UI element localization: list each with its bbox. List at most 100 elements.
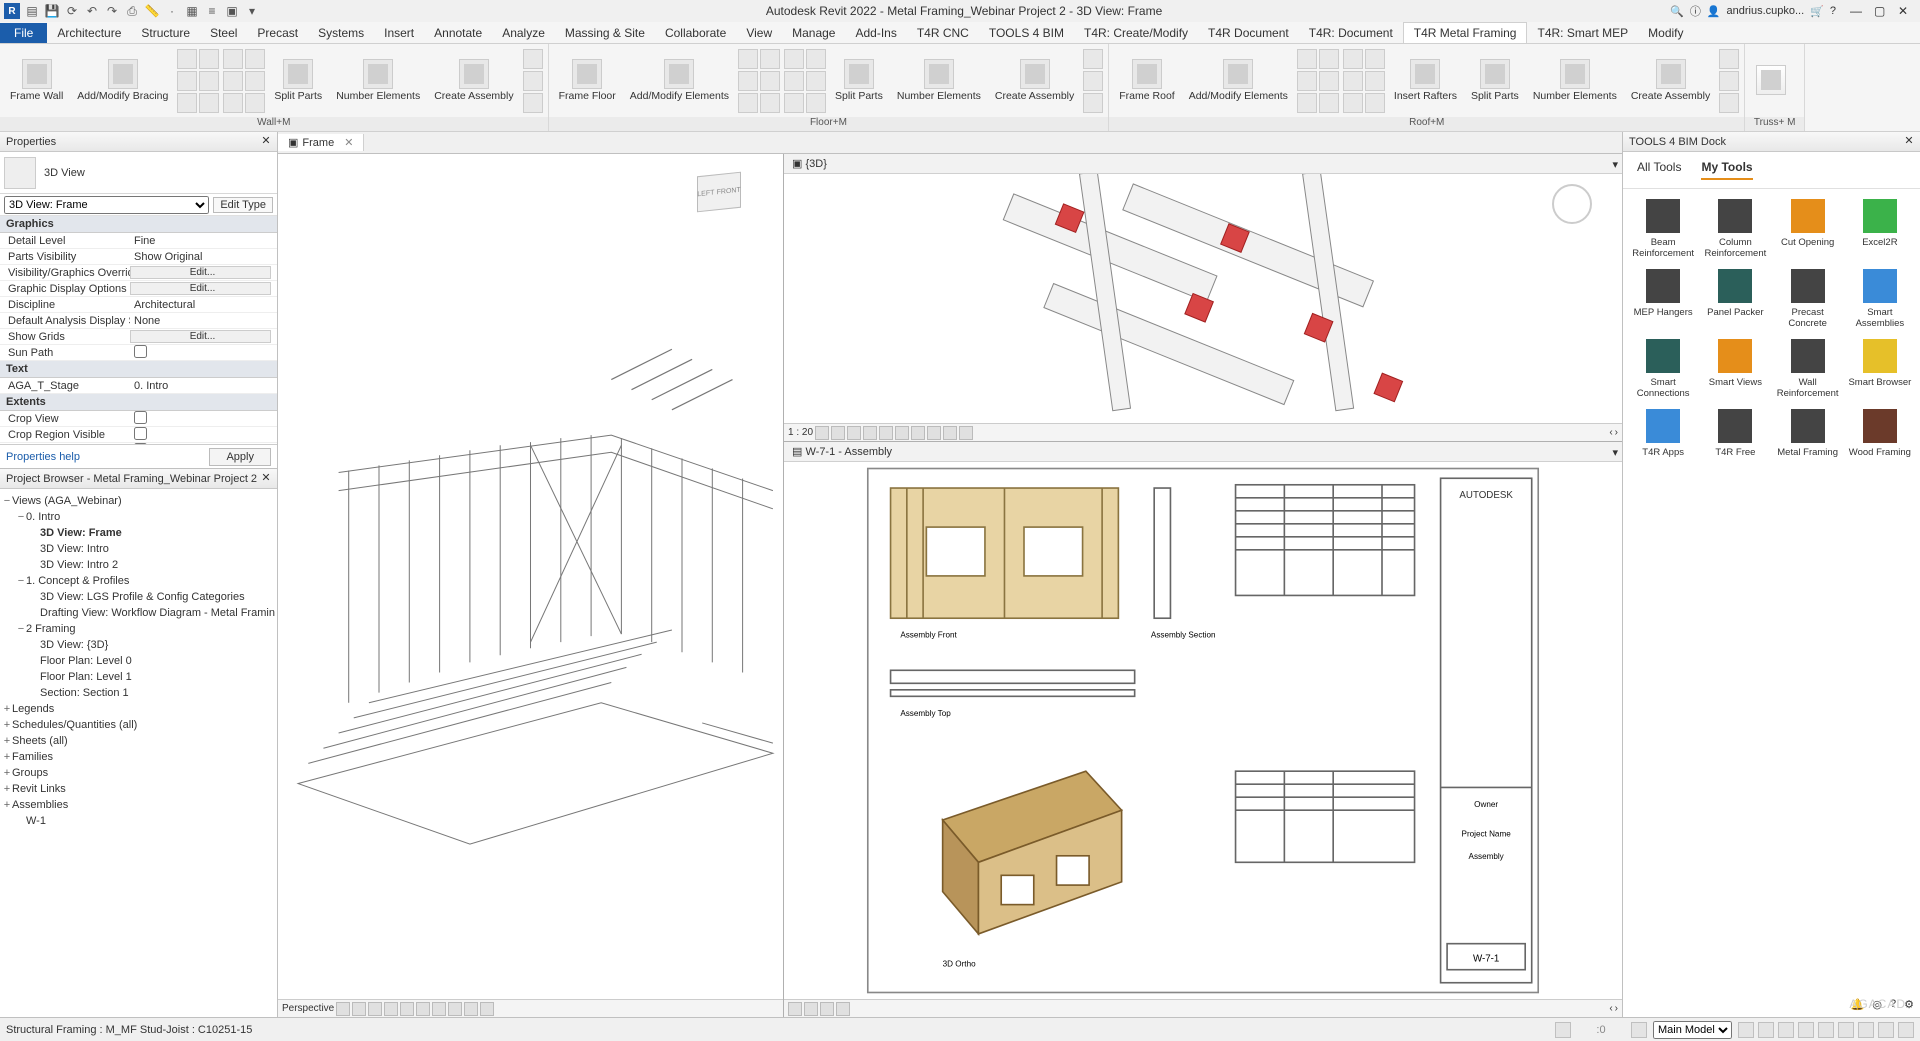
tree-node[interactable]: −1. Concept & Profiles (2, 573, 275, 589)
tool-column-reinforcement[interactable]: Column Reinforcement (1701, 199, 1769, 259)
properties-help-link[interactable]: Properties help (6, 451, 80, 463)
tab-insert[interactable]: Insert (374, 23, 424, 43)
insert-rafters-button[interactable]: Insert Rafters (1388, 57, 1463, 104)
wall-icon-b[interactable] (199, 49, 219, 69)
tab-modify[interactable]: Modify (1638, 23, 1693, 43)
roof-icon-h[interactable] (1365, 49, 1385, 69)
frame-roof-button[interactable]: Frame Roof (1113, 57, 1180, 104)
save-icon[interactable]: 💾 (44, 3, 60, 19)
vc-icon-1[interactable] (336, 1002, 350, 1016)
type-selector[interactable]: 3D View (0, 152, 277, 194)
user-name[interactable]: andrius.cupko... (1727, 5, 1805, 17)
dock-close-icon[interactable]: ✕ (1902, 134, 1916, 147)
tree-node[interactable]: +Schedules/Quantities (all) (2, 717, 275, 733)
number-elements-roof-button[interactable]: Number Elements (1527, 57, 1623, 104)
tree-node[interactable]: Floor Plan: Level 1 (2, 669, 275, 685)
st-icon-5[interactable] (1818, 1022, 1834, 1038)
split-parts-wall-button[interactable]: Split Parts (268, 57, 328, 104)
tab-add-ins[interactable]: Add-Ins (845, 23, 906, 43)
edit-type-button[interactable]: Edit Type (213, 197, 273, 213)
project-tree[interactable]: −Views (AGA_Webinar)−0. Intro3D View: Fr… (0, 489, 277, 833)
floor-icon-m[interactable] (1083, 49, 1103, 69)
tree-node[interactable]: 3D View: Intro (2, 541, 275, 557)
tool-smart-assemblies[interactable]: Smart Assemblies (1846, 269, 1914, 329)
floor-icon-g[interactable] (784, 49, 804, 69)
st-icon-3[interactable] (1778, 1022, 1794, 1038)
browser-close-icon[interactable]: ✕ (259, 471, 273, 484)
wall-icon-o[interactable] (523, 93, 543, 113)
as-icon-4[interactable] (836, 1002, 850, 1016)
wall-icon-d[interactable] (199, 71, 219, 91)
tab-view[interactable]: View (736, 23, 782, 43)
apply-button[interactable]: Apply (209, 448, 271, 466)
tab-structure[interactable]: Structure (131, 23, 200, 43)
tree-node[interactable]: +Groups (2, 765, 275, 781)
selection-count-icon[interactable] (1555, 1022, 1571, 1038)
v3-icon-2[interactable] (831, 426, 845, 440)
close-views-icon[interactable]: ▣ (224, 3, 240, 19)
tool-panel-packer[interactable]: Panel Packer (1701, 269, 1769, 329)
wall-icon-e[interactable] (177, 93, 197, 113)
prop-row[interactable]: Visibility/Graphics OverridesEdit... (0, 265, 277, 281)
as-icon-2[interactable] (804, 1002, 818, 1016)
v3d-dropdown-icon[interactable]: ▾ (1612, 158, 1618, 171)
as-scroll-left-icon[interactable]: ‹ (1609, 1003, 1612, 1014)
tab-architecture[interactable]: Architecture (47, 23, 131, 43)
assembly-canvas[interactable]: AUTODESK Owner Project Name Assembly W-7… (784, 462, 1622, 999)
help-icon[interactable]: ? (1830, 5, 1836, 17)
number-elements-floor-button[interactable]: Number Elements (891, 57, 987, 104)
prop-row[interactable]: Crop Region Visible (0, 427, 277, 443)
tab-t4r-cnc[interactable]: T4R CNC (907, 23, 979, 43)
tree-node[interactable]: 3D View: Intro 2 (2, 557, 275, 573)
tree-node[interactable]: −Views (AGA_Webinar) (2, 493, 275, 509)
wall-icon-m[interactable] (523, 49, 543, 69)
filter-icon[interactable] (1631, 1022, 1647, 1038)
tool-smart-views[interactable]: Smart Views (1701, 339, 1769, 399)
v3-icon-9[interactable] (943, 426, 957, 440)
tool-wood-framing[interactable]: Wood Framing (1846, 409, 1914, 458)
st-icon-2[interactable] (1758, 1022, 1774, 1038)
tree-node[interactable]: 3D View: LGS Profile & Config Categories (2, 589, 275, 605)
scroll-left-icon[interactable]: ‹ (1609, 427, 1612, 438)
user-icon[interactable]: 👤 (1707, 5, 1721, 18)
tool-smart-browser[interactable]: Smart Browser (1846, 339, 1914, 399)
view-cube[interactable]: LEFT FRONT (691, 164, 753, 226)
vc-icon-9[interactable] (464, 1002, 478, 1016)
roof-icon-f[interactable] (1319, 93, 1339, 113)
truss-button[interactable] (1749, 63, 1793, 99)
floor-icon-f[interactable] (760, 93, 780, 113)
thin-lines-icon[interactable]: ≡ (204, 3, 220, 19)
vc-icon-4[interactable] (384, 1002, 398, 1016)
tree-node[interactable]: Drafting View: Workflow Diagram - Metal … (2, 605, 275, 621)
v3d-canvas[interactable] (784, 174, 1622, 423)
redo-icon[interactable]: ↷ (104, 3, 120, 19)
tab-massing-site[interactable]: Massing & Site (555, 23, 655, 43)
split-parts-floor-button[interactable]: Split Parts (829, 57, 889, 104)
add-modify-elements-floor-button[interactable]: Add/Modify Elements (624, 57, 735, 104)
measure-icon[interactable]: 📏 (144, 3, 160, 19)
tab-manage[interactable]: Manage (782, 23, 845, 43)
prop-row[interactable]: DisciplineArchitectural (0, 297, 277, 313)
switch-windows-icon[interactable]: ▾ (244, 3, 260, 19)
roof-icon-e[interactable] (1297, 93, 1317, 113)
v3-icon-8[interactable] (927, 426, 941, 440)
add-modify-elements-roof-button[interactable]: Add/Modify Elements (1183, 57, 1294, 104)
floor-icon-o[interactable] (1083, 93, 1103, 113)
tree-node[interactable]: +Sheets (all) (2, 733, 275, 749)
roof-icon-b[interactable] (1319, 49, 1339, 69)
cart-icon[interactable]: 🛒 (1810, 5, 1824, 18)
roof-icon-d[interactable] (1319, 71, 1339, 91)
roof-icon-c[interactable] (1297, 71, 1317, 91)
wall-icon-i[interactable] (223, 71, 243, 91)
roof-icon-k[interactable] (1343, 93, 1363, 113)
info-icon[interactable]: ⓘ (1690, 3, 1701, 19)
floor-icon-h[interactable] (806, 49, 826, 69)
prop-row[interactable]: Crop View (0, 411, 277, 427)
v3-icon-1[interactable] (815, 426, 829, 440)
wall-icon-l[interactable] (245, 93, 265, 113)
tree-node[interactable]: W-1 (2, 813, 275, 829)
tree-node[interactable]: Section: Section 1 (2, 685, 275, 701)
print-icon[interactable]: ⎙ (124, 3, 140, 19)
sync-icon[interactable]: ⟳ (64, 3, 80, 19)
tool-precast-concrete[interactable]: Precast Concrete (1774, 269, 1842, 329)
